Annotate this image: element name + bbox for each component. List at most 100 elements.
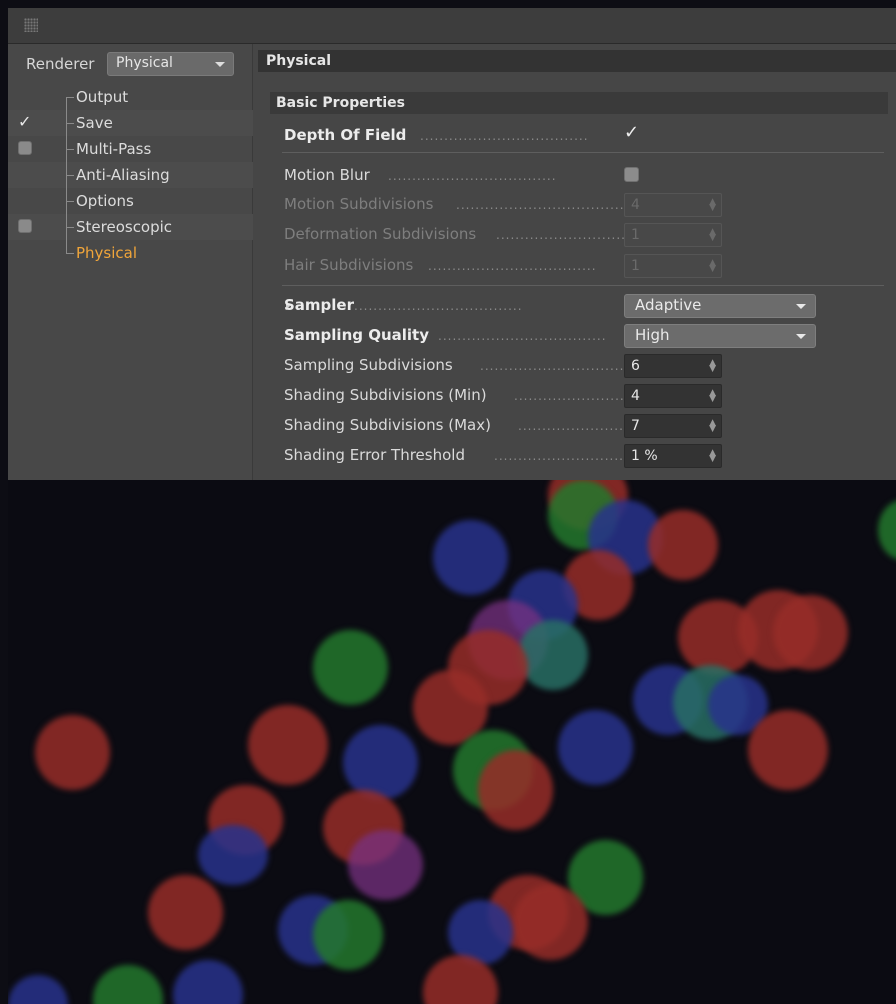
tree-branch	[66, 227, 74, 228]
leader-dots: ...................................	[428, 259, 597, 271]
hair-subdivisions-row: Hair Subdivisions ......................…	[284, 253, 722, 278]
motion-blur-label: Motion Blur	[284, 166, 370, 184]
spinner-arrows-icon[interactable]: ▲ ▼	[709, 449, 716, 464]
leader-dots: ...................................	[496, 228, 628, 240]
spinner-arrows-icon[interactable]: ▲ ▼	[709, 228, 716, 243]
section-title: Physical	[266, 53, 332, 69]
bokeh-highlight	[433, 520, 508, 595]
bokeh-highlight	[773, 595, 848, 670]
bokeh-highlight	[558, 710, 633, 785]
bokeh-highlight	[878, 500, 896, 560]
bokeh-highlight	[343, 725, 418, 800]
bokeh-highlight	[748, 710, 828, 790]
motion-subdivisions-value: 4	[631, 197, 640, 213]
bokeh-highlight	[518, 620, 588, 690]
shading-subdivisions-max-field[interactable]: 7 ▲ ▼	[624, 414, 722, 438]
tree-line	[66, 97, 67, 110]
tree-branch	[66, 175, 74, 176]
leader-dots: ...................................	[514, 389, 628, 401]
deformation-subdivisions-label: Deformation Subdivisions	[284, 225, 477, 243]
tree-item-output[interactable]: Output	[8, 84, 253, 110]
group-header[interactable]: Basic Properties	[270, 92, 888, 114]
bokeh-highlight	[248, 705, 328, 785]
tree-item-save[interactable]: ✓ Save	[8, 110, 253, 136]
window-titlebar	[8, 8, 896, 44]
motion-subdivisions-field[interactable]: 4 ▲ ▼	[624, 193, 722, 217]
tree-branch	[66, 123, 74, 124]
tree-item-options[interactable]: Options	[8, 188, 253, 214]
tree-item-anti-aliasing[interactable]: Anti-Aliasing	[8, 162, 253, 188]
bokeh-highlight	[648, 510, 718, 580]
enable-checkbox[interactable]	[18, 219, 32, 233]
physical-settings: Physical Basic Properties Depth Of Field…	[254, 44, 896, 480]
shading-subdivisions-min-row: Shading Subdivisions (Min) .............…	[284, 383, 722, 408]
bokeh-highlight	[93, 965, 163, 1004]
sampling-quality-label: Sampling Quality	[284, 326, 429, 344]
depth-of-field-checkbox[interactable]: ✓	[624, 124, 639, 142]
shading-subdivisions-max-row: Shading Subdivisions (Max) .............…	[284, 413, 722, 438]
tree-item-label: Output	[76, 88, 129, 106]
renderer-label: Renderer	[26, 55, 95, 73]
tree-item-label: Multi-Pass	[76, 140, 152, 158]
sampling-quality-dropdown[interactable]: High	[624, 324, 816, 348]
sampling-subdivisions-field[interactable]: 6 ▲ ▼	[624, 354, 722, 378]
tree-branch	[66, 253, 74, 254]
tree-item-label: Stereoscopic	[76, 218, 173, 236]
sampling-quality-row: Sampling Quality .......................…	[284, 323, 816, 348]
leader-dots: ...................................	[354, 299, 523, 311]
spinner-arrows-icon[interactable]: ▲ ▼	[709, 198, 716, 213]
tree-item-physical[interactable]: Physical	[8, 240, 253, 266]
separator	[282, 285, 884, 286]
renderer-selected-value: Physical	[116, 55, 173, 71]
grip-dots-icon[interactable]	[24, 18, 38, 32]
shading-subdivisions-min-value: 4	[631, 388, 640, 404]
bokeh-highlight	[148, 875, 223, 950]
enable-checkbox[interactable]	[18, 141, 32, 155]
bokeh-highlight	[35, 715, 110, 790]
leader-dots: ...................................	[438, 329, 607, 341]
leader-dots: ...................................	[388, 169, 557, 181]
bokeh-highlight	[198, 825, 268, 885]
chevron-down-icon	[796, 304, 806, 309]
bokeh-highlight	[513, 885, 588, 960]
bokeh-highlight	[8, 975, 68, 1004]
sampler-dropdown[interactable]: Adaptive	[624, 294, 816, 318]
chevron-down-icon	[796, 334, 806, 339]
separator	[282, 152, 884, 153]
group-title: Basic Properties	[276, 95, 405, 111]
checkmark-icon[interactable]: ✓	[18, 114, 32, 130]
shading-error-threshold-field[interactable]: 1 % ▲ ▼	[624, 444, 722, 468]
spinner-arrows-icon[interactable]: ▲ ▼	[709, 389, 716, 404]
shading-error-threshold-value: 1 %	[631, 448, 658, 464]
renderer-select[interactable]: Physical	[107, 52, 234, 76]
tree-branch	[66, 149, 74, 150]
section-header: Physical	[258, 50, 896, 72]
tree-item-multi-pass[interactable]: Multi-Pass	[8, 136, 253, 162]
shading-subdivisions-min-field[interactable]: 4 ▲ ▼	[624, 384, 722, 408]
motion-subdivisions-label: Motion Subdivisions	[284, 195, 434, 213]
shading-subdivisions-min-label: Shading Subdivisions (Min)	[284, 386, 487, 404]
bokeh-highlight	[348, 830, 423, 900]
deformation-subdivisions-row: Deformation Subdivisions ...............…	[284, 222, 722, 247]
spinner-arrows-icon[interactable]: ▲ ▼	[709, 359, 716, 374]
deformation-subdivisions-field[interactable]: 1 ▲ ▼	[624, 223, 722, 247]
sampler-label: Sampler	[284, 296, 355, 314]
tree-branch	[66, 201, 74, 202]
spinner-arrows-icon[interactable]: ▲ ▼	[709, 419, 716, 434]
motion-blur-checkbox[interactable]	[624, 167, 639, 182]
shading-error-threshold-row: Shading Error Threshold ................…	[284, 443, 722, 468]
tree-item-label: Save	[76, 114, 113, 132]
hair-subdivisions-label: Hair Subdivisions	[284, 256, 414, 274]
sampling-subdivisions-label: Sampling Subdivisions	[284, 356, 453, 374]
tree-item-stereoscopic[interactable]: Stereoscopic	[8, 214, 253, 240]
shading-error-threshold-label: Shading Error Threshold	[284, 446, 465, 464]
leader-dots: ...................................	[480, 359, 628, 371]
shading-subdivisions-max-value: 7	[631, 418, 640, 434]
spinner-arrows-icon[interactable]: ▲ ▼	[709, 259, 716, 274]
leader-dots: ...................................	[518, 419, 628, 431]
bokeh-highlight	[478, 750, 553, 830]
depth-of-field-label: Depth Of Field	[284, 126, 407, 144]
tree-item-label: Options	[76, 192, 134, 210]
sampler-row: Sampler ................................…	[284, 293, 816, 318]
hair-subdivisions-field[interactable]: 1 ▲ ▼	[624, 254, 722, 278]
